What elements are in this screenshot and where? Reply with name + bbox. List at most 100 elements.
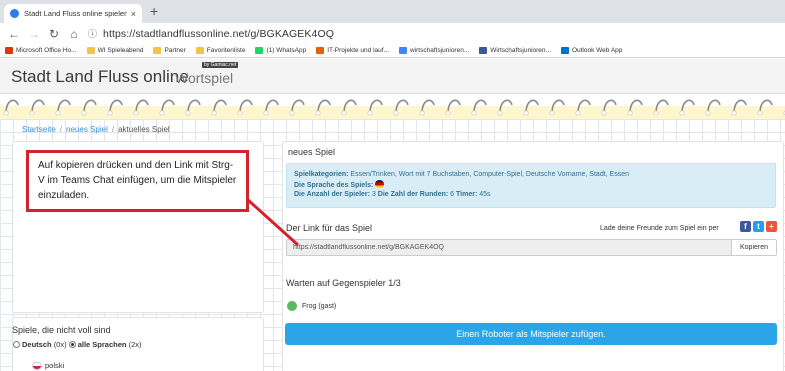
notebook-ring-hole <box>185 110 191 116</box>
reload-icon[interactable]: ↻ <box>44 27 64 41</box>
googleplus-share-icon[interactable]: + <box>766 221 777 232</box>
notebook-ring-hole <box>549 110 555 116</box>
close-tab-icon[interactable]: × <box>131 9 136 19</box>
forward-arrow-icon[interactable]: → <box>24 27 44 41</box>
facebook-share-icon[interactable]: f <box>740 221 751 232</box>
bookmark-icon <box>479 47 488 54</box>
home-icon[interactable]: ⌂ <box>64 27 84 41</box>
bookmark-icon <box>86 47 95 54</box>
notebook-ring-hole <box>3 110 9 116</box>
site-favicon-icon <box>10 9 19 18</box>
back-arrow-icon[interactable]: ← <box>4 27 24 41</box>
bookmark-label: wirtschaftsjunioren... <box>410 47 470 54</box>
option-deutsch-label[interactable]: Deutsch <box>22 340 52 349</box>
germany-flag-icon <box>375 179 385 188</box>
notebook-ring-hole <box>133 110 139 116</box>
notebook-ring-hole <box>497 110 503 116</box>
notebook-ring-hole <box>211 110 217 116</box>
bookmark-item[interactable]: IT-Projekte und lauf... <box>316 47 389 54</box>
bookmark-item[interactable]: Partner <box>153 47 186 54</box>
address-bar[interactable]: ⓘ https://stadtlandflussonline.net/g/BGK… <box>88 27 334 40</box>
game-title: neues Spiel <box>288 147 336 157</box>
timer-value: 45s <box>479 191 491 198</box>
notebook-ring-hole <box>237 110 243 116</box>
byline-badge: by Gamiac.net <box>202 62 239 68</box>
breadcrumb-separator: / <box>59 125 63 134</box>
notebook-ring-hole <box>471 110 477 116</box>
browser-tab[interactable]: Stadt Land Fluss online spielen × <box>4 4 142 23</box>
settings-line: Die Anzahl der Spieler: 3 Die Zahl der R… <box>294 190 768 200</box>
rounds-value: 6 <box>450 191 455 198</box>
breadcrumb-new-game-link[interactable]: neues Spiel <box>66 125 108 134</box>
notebook-ring-hole <box>315 110 321 116</box>
timer-label: Timer: <box>456 191 478 198</box>
player-status-icon <box>287 301 297 311</box>
game-link-input[interactable] <box>286 239 732 256</box>
categories-line: Spielkategorien: Essen/Trinken, Wort mit… <box>294 170 768 180</box>
notebook-ring-hole <box>445 110 451 116</box>
breadcrumb-home-link[interactable]: Startseite <box>22 125 56 134</box>
bookmark-item[interactable]: Favoritenliste <box>195 47 246 54</box>
bookmark-item[interactable]: Wirtschaftsjunioren... <box>479 47 551 54</box>
language-line: Die Sprache des Spiels: <box>294 179 768 191</box>
notebook-ring-hole <box>263 110 269 116</box>
bookmark-item[interactable]: Outlook Web App <box>560 47 623 54</box>
twitter-share-icon[interactable]: t <box>753 221 764 232</box>
bookmark-item[interactable]: wirtschaftsjunioren... <box>399 47 469 54</box>
notebook-ring-hole <box>575 110 581 116</box>
categories-label: Spielkategorien: <box>294 171 349 178</box>
bookmark-label: Wirtschaftsjunioren... <box>490 47 551 54</box>
site-logo-subtitle: Wortspiel <box>175 70 234 86</box>
notebook-ring-hole <box>679 110 685 116</box>
notebook-ring-hole <box>393 110 399 116</box>
bookmark-icon <box>399 47 407 54</box>
bookmarks-bar: Microsoft Office Ho... WI Spieleabend Part… <box>0 44 785 58</box>
breadcrumb: Startseite / neues Spiel / aktuelles Spi… <box>22 125 170 134</box>
info-icon[interactable]: ⓘ <box>88 27 97 40</box>
notebook-ring-hole <box>81 110 87 116</box>
bookmark-item[interactable]: WI Spieleabend <box>86 47 144 54</box>
notebook-ring-hole <box>601 110 607 116</box>
invite-label: Lade deine Freunde zum Spiel ein per <box>600 225 719 232</box>
bookmark-label: WI Spieleabend <box>97 47 144 54</box>
radio-deutsch[interactable] <box>13 341 20 348</box>
players-value: 3 <box>371 191 376 198</box>
notebook-ring-hole <box>289 110 295 116</box>
rounds-label: Die Zahl der Runden: <box>377 191 449 198</box>
poland-flag-icon <box>32 361 42 370</box>
notebook-ring-hole <box>705 110 711 116</box>
bookmark-item[interactable]: (1) WhatsApp <box>255 47 306 54</box>
bookmark-label: Partner <box>164 47 186 54</box>
notebook-ring-hole <box>627 110 633 116</box>
game-link-label: Der Link für das Spiel <box>286 223 373 233</box>
new-tab-icon[interactable]: + <box>150 3 158 19</box>
option-alle-label[interactable]: alle Sprachen <box>78 340 127 349</box>
option-alle-count: (2x) <box>128 340 142 349</box>
notebook-ring-hole <box>55 110 61 116</box>
bookmark-label: Outlook Web App <box>571 47 623 54</box>
notebook-ring-hole <box>523 110 529 116</box>
bookmark-item[interactable]: Microsoft Office Ho... <box>5 47 77 54</box>
open-games-title: Spiele, die nicht voll sind <box>12 325 111 335</box>
bookmark-label: Favoritenliste <box>206 47 246 54</box>
notebook-ring-hole <box>107 110 113 116</box>
categories-value: Essen/Trinken, Wort mit 7 Buchstaben, Co… <box>350 171 629 178</box>
radio-alle-sprachen[interactable] <box>68 341 76 348</box>
waiting-label: Warten auf Gegenspieler 1/3 <box>286 278 401 288</box>
notebook-rings-decoration <box>0 95 785 119</box>
players-label: Die Anzahl der Spieler: <box>294 191 370 198</box>
bookmark-icon <box>5 47 13 54</box>
bookmark-icon <box>560 47 569 54</box>
notebook-ring-hole <box>29 110 35 116</box>
language-item-polski[interactable]: polski <box>32 361 64 370</box>
notebook-ring-hole <box>653 110 659 116</box>
notebook-ring-hole <box>731 110 737 116</box>
player-list-item: Frog (gast) <box>287 301 336 311</box>
language-label: Die Sprache des Spiels: <box>294 181 374 189</box>
site-logo[interactable]: Stadt Land Fluss online <box>11 67 189 87</box>
add-robot-button[interactable]: Einen Roboter als Mitspieler zufügen. <box>285 323 777 345</box>
copy-button[interactable]: Kopieren <box>731 239 777 256</box>
bookmark-icon <box>195 47 204 54</box>
language-polski-label: polski <box>45 361 65 370</box>
address-url[interactable]: https://stadtlandflussonline.net/g/BGKAG… <box>103 28 334 40</box>
